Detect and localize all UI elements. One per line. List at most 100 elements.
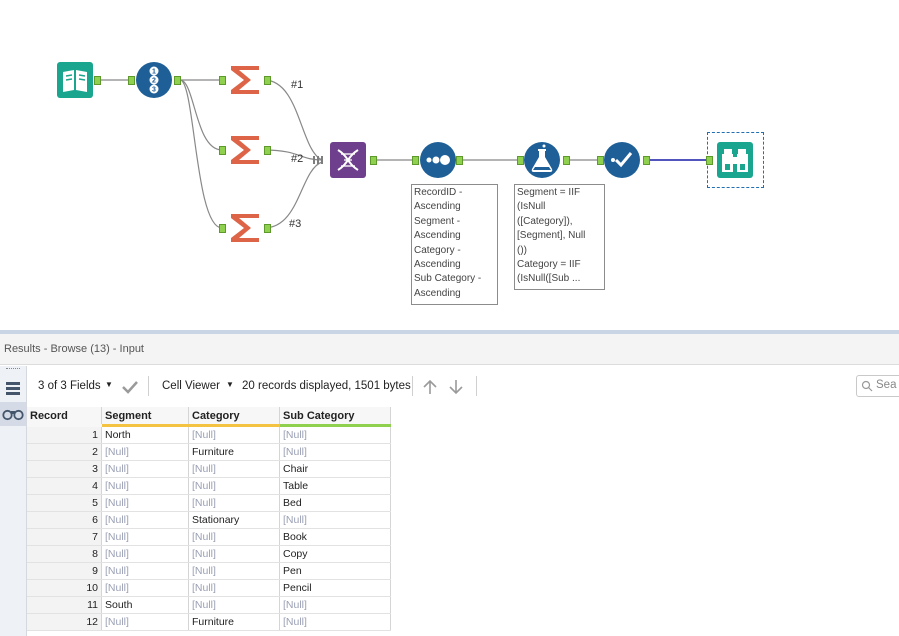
sort-tool[interactable] <box>420 142 456 178</box>
table-cell[interactable]: Pencil <box>279 579 391 597</box>
record-number-cell[interactable]: 5 <box>27 494 102 512</box>
chevron-down-icon[interactable]: ▼ <box>226 380 234 389</box>
table-cell[interactable]: Book <box>279 528 391 546</box>
table-cell[interactable]: [Null] <box>279 443 391 461</box>
input-anchor[interactable] <box>597 156 604 165</box>
input-anchor[interactable] <box>219 224 226 233</box>
record-number-cell[interactable]: 1 <box>27 425 102 444</box>
chevron-down-icon[interactable]: ▼ <box>105 380 113 389</box>
binoculars-icon[interactable] <box>2 407 24 421</box>
input-data-tool[interactable] <box>57 62 93 98</box>
table-cell[interactable]: [Null] <box>101 443 189 461</box>
summarize-tool-1[interactable] <box>227 62 263 98</box>
output-anchor[interactable] <box>94 76 101 85</box>
table-cell[interactable]: [Null] <box>188 460 280 478</box>
table-cell[interactable]: [Null] <box>101 579 189 597</box>
table-cell[interactable]: [Null] <box>279 425 391 444</box>
record-id-tool[interactable]: 1 2 3 <box>136 62 172 98</box>
table-row[interactable]: 8 [Null] [Null] Copy <box>27 545 391 563</box>
record-number-cell[interactable]: 9 <box>27 562 102 580</box>
table-row[interactable]: 1 North [Null] [Null] <box>27 425 391 444</box>
output-anchor[interactable] <box>643 156 650 165</box>
output-anchor[interactable] <box>563 156 570 165</box>
table-view-icon[interactable] <box>4 380 22 398</box>
table-row[interactable]: 11 South [Null] [Null] <box>27 596 391 614</box>
record-number-cell[interactable]: 7 <box>27 528 102 546</box>
select-tool[interactable] <box>604 142 640 178</box>
table-cell[interactable]: [Null] <box>101 562 189 580</box>
input-anchor[interactable] <box>219 76 226 85</box>
table-cell[interactable]: Bed <box>279 494 391 512</box>
table-row[interactable]: 4 [Null] [Null] Table <box>27 477 391 495</box>
record-number-cell[interactable]: 8 <box>27 545 102 563</box>
fields-dropdown[interactable]: 3 of 3 Fields <box>38 380 101 392</box>
table-cell[interactable]: [Null] <box>188 494 280 512</box>
record-number-cell[interactable]: 2 <box>27 443 102 461</box>
output-anchor[interactable] <box>264 76 271 85</box>
table-cell[interactable]: [Null] <box>279 596 391 614</box>
table-cell[interactable]: [Null] <box>188 477 280 495</box>
table-row[interactable]: 7 [Null] [Null] Book <box>27 528 391 546</box>
column-header[interactable]: Record <box>27 407 102 427</box>
table-cell[interactable]: [Null] <box>101 494 189 512</box>
table-cell[interactable]: North <box>101 425 189 444</box>
checkmark-icon[interactable] <box>121 380 139 394</box>
record-number-cell[interactable]: 10 <box>27 579 102 597</box>
table-cell[interactable]: [Null] <box>101 545 189 563</box>
input-anchor[interactable] <box>412 156 419 165</box>
record-number-cell[interactable]: 12 <box>27 613 102 631</box>
table-cell[interactable]: Table <box>279 477 391 495</box>
workflow-canvas[interactable]: 1 2 3 #1 #2 #3 RecordID - Ascending Segm… <box>0 0 899 330</box>
summarize-tool-3[interactable] <box>227 210 263 246</box>
table-row[interactable]: 12 [Null] Furniture [Null] <box>27 613 391 631</box>
browse-tool[interactable] <box>717 142 753 178</box>
table-cell[interactable]: Copy <box>279 545 391 563</box>
record-number-cell[interactable]: 3 <box>27 460 102 478</box>
output-anchor[interactable] <box>456 156 463 165</box>
table-cell[interactable]: [Null] <box>188 562 280 580</box>
record-number-cell[interactable]: 11 <box>27 596 102 614</box>
table-cell[interactable]: Furniture <box>188 443 280 461</box>
input-anchor[interactable] <box>219 146 226 155</box>
output-anchor[interactable] <box>264 224 271 233</box>
table-cell[interactable]: [Null] <box>279 613 391 631</box>
table-cell[interactable]: [Null] <box>188 545 280 563</box>
table-row[interactable]: 9 [Null] [Null] Pen <box>27 562 391 580</box>
table-cell[interactable]: [Null] <box>101 613 189 631</box>
table-row[interactable]: 5 [Null] [Null] Bed <box>27 494 391 512</box>
table-cell[interactable]: [Null] <box>279 511 391 529</box>
table-cell[interactable]: [Null] <box>101 477 189 495</box>
input-anchor[interactable] <box>706 156 713 165</box>
column-header[interactable]: Sub Category <box>279 407 391 427</box>
table-row[interactable]: 3 [Null] [Null] Chair <box>27 460 391 478</box>
table-cell[interactable]: South <box>101 596 189 614</box>
table-row[interactable]: 2 [Null] Furniture [Null] <box>27 443 391 461</box>
grip-handle[interactable] <box>6 368 20 371</box>
table-cell[interactable]: Stationary <box>188 511 280 529</box>
formula-tool[interactable] <box>524 142 560 178</box>
table-row[interactable]: 6 [Null] Stationary [Null] <box>27 511 391 529</box>
table-cell[interactable]: Chair <box>279 460 391 478</box>
input-anchor[interactable] <box>128 76 135 85</box>
table-cell[interactable]: Pen <box>279 562 391 580</box>
summarize-tool-2[interactable] <box>227 132 263 168</box>
cell-viewer-dropdown[interactable]: Cell Viewer <box>162 380 220 392</box>
output-anchor[interactable] <box>370 156 377 165</box>
table-cell[interactable]: [Null] <box>188 579 280 597</box>
table-row[interactable]: 10 [Null] [Null] Pencil <box>27 579 391 597</box>
union-tool[interactable] <box>330 142 366 178</box>
output-anchor[interactable] <box>264 146 271 155</box>
column-header[interactable]: Category <box>188 407 280 427</box>
table-cell[interactable]: [Null] <box>101 460 189 478</box>
output-anchor[interactable] <box>174 76 181 85</box>
arrow-down-icon[interactable] <box>448 379 464 395</box>
search-box[interactable]: Sea <box>856 375 899 397</box>
table-cell[interactable]: [Null] <box>188 596 280 614</box>
table-cell[interactable]: [Null] <box>101 511 189 529</box>
table-cell[interactable]: Furniture <box>188 613 280 631</box>
input-anchor[interactable] <box>517 156 524 165</box>
record-number-cell[interactable]: 4 <box>27 477 102 495</box>
table-cell[interactable]: [Null] <box>188 528 280 546</box>
column-header[interactable]: Segment <box>101 407 189 427</box>
table-cell[interactable]: [Null] <box>188 425 280 444</box>
